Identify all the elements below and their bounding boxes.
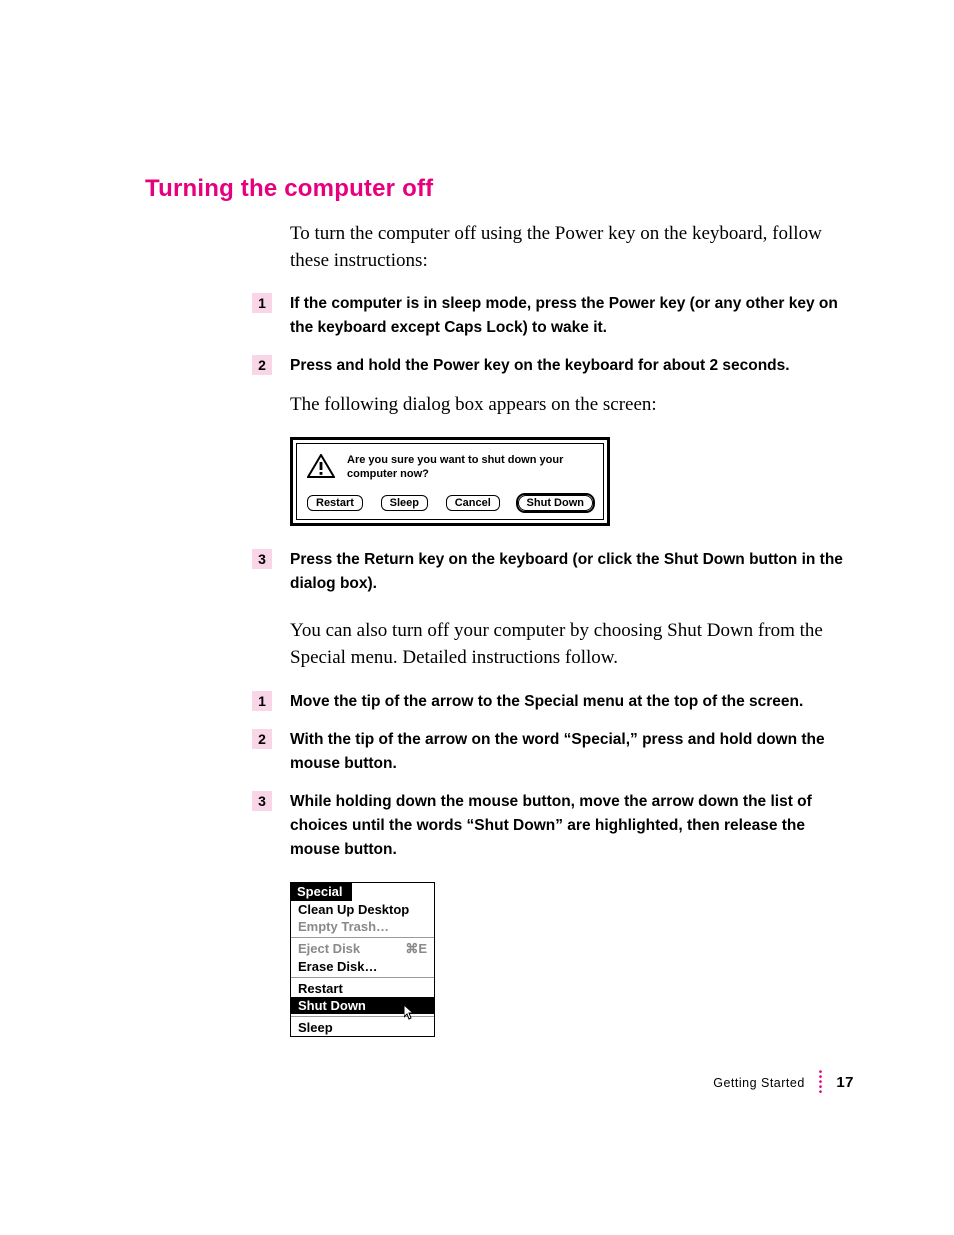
cancel-button[interactable]: Cancel bbox=[446, 495, 500, 511]
shut-down-button[interactable]: Shut Down bbox=[518, 495, 593, 511]
warning-icon bbox=[307, 454, 335, 478]
menu-separator bbox=[291, 937, 434, 938]
menu-item-label: Sleep bbox=[298, 1020, 333, 1035]
menu-item-eject-disk: Eject Disk ⌘E bbox=[291, 940, 434, 958]
step-number: 2 bbox=[252, 729, 272, 749]
step-number: 3 bbox=[252, 791, 272, 811]
page-number: 17 bbox=[836, 1074, 854, 1091]
step-number: 2 bbox=[252, 355, 272, 375]
shutdown-dialog-figure: Are you sure you want to shut down your … bbox=[290, 437, 854, 527]
menu-item-shortcut: ⌘E bbox=[405, 941, 427, 957]
menu-item-label: Eject Disk bbox=[298, 941, 360, 957]
step-text: While holding down the mouse button, mov… bbox=[290, 790, 854, 862]
step-a-1: 1 If the computer is in sleep mode, pres… bbox=[252, 292, 854, 340]
step-a-3: 3 Press the Return key on the keyboard (… bbox=[252, 548, 854, 596]
menu-item-sleep[interactable]: Sleep bbox=[291, 1019, 434, 1036]
menu-item-erase-disk[interactable]: Erase Disk… bbox=[291, 958, 434, 975]
step-b-3: 3 While holding down the mouse button, m… bbox=[252, 790, 854, 862]
menu-item-label: Empty Trash… bbox=[298, 919, 389, 934]
menu-item-label: Shut Down bbox=[298, 998, 366, 1013]
menu-item-label: Restart bbox=[298, 981, 343, 996]
alt-method-text: You can also turn off your computer by c… bbox=[290, 618, 854, 671]
step-b-1: 1 Move the tip of the arrow to the Speci… bbox=[252, 690, 854, 714]
step-text: Press the Return key on the keyboard (or… bbox=[290, 548, 854, 596]
menu-separator bbox=[291, 977, 434, 978]
step-text: Press and hold the Power key on the keyb… bbox=[290, 354, 854, 378]
page-footer: Getting Started ••••• 17 bbox=[713, 1070, 854, 1095]
step-text: If the computer is in sleep mode, press … bbox=[290, 292, 854, 340]
sleep-button[interactable]: Sleep bbox=[381, 495, 428, 511]
section-title: Turning the computer off bbox=[145, 175, 854, 203]
step-number: 1 bbox=[252, 691, 272, 711]
menu-item-label: Erase Disk… bbox=[298, 959, 378, 974]
menu-title[interactable]: Special bbox=[290, 882, 352, 901]
menu-item-label: Clean Up Desktop bbox=[298, 902, 409, 917]
menu-item-cleanup[interactable]: Clean Up Desktop bbox=[291, 901, 434, 918]
step-a-2: 2 Press and hold the Power key on the ke… bbox=[252, 354, 854, 378]
menu-item-restart[interactable]: Restart bbox=[291, 980, 434, 997]
cursor-icon bbox=[404, 1005, 416, 1021]
step-b-2: 2 With the tip of the arrow on the word … bbox=[252, 728, 854, 776]
restart-button[interactable]: Restart bbox=[307, 495, 363, 511]
step-number: 1 bbox=[252, 293, 272, 313]
step-number: 3 bbox=[252, 549, 272, 569]
intro-text: To turn the computer off using the Power… bbox=[290, 221, 854, 274]
dialog-message: Are you sure you want to shut down your … bbox=[347, 454, 593, 482]
footer-section-label: Getting Started bbox=[713, 1076, 805, 1090]
menu-item-empty-trash: Empty Trash… bbox=[291, 918, 434, 935]
menu-item-shut-down[interactable]: Shut Down bbox=[291, 997, 434, 1014]
step-text: Move the tip of the arrow to the Special… bbox=[290, 690, 854, 714]
step-text: With the tip of the arrow on the word “S… bbox=[290, 728, 854, 776]
special-menu-figure: Special Clean Up Desktop Empty Trash… Ej… bbox=[290, 882, 854, 1037]
footer-dots-icon: ••••• bbox=[819, 1070, 823, 1095]
dialog-lead-text: The following dialog box appears on the … bbox=[290, 392, 854, 419]
